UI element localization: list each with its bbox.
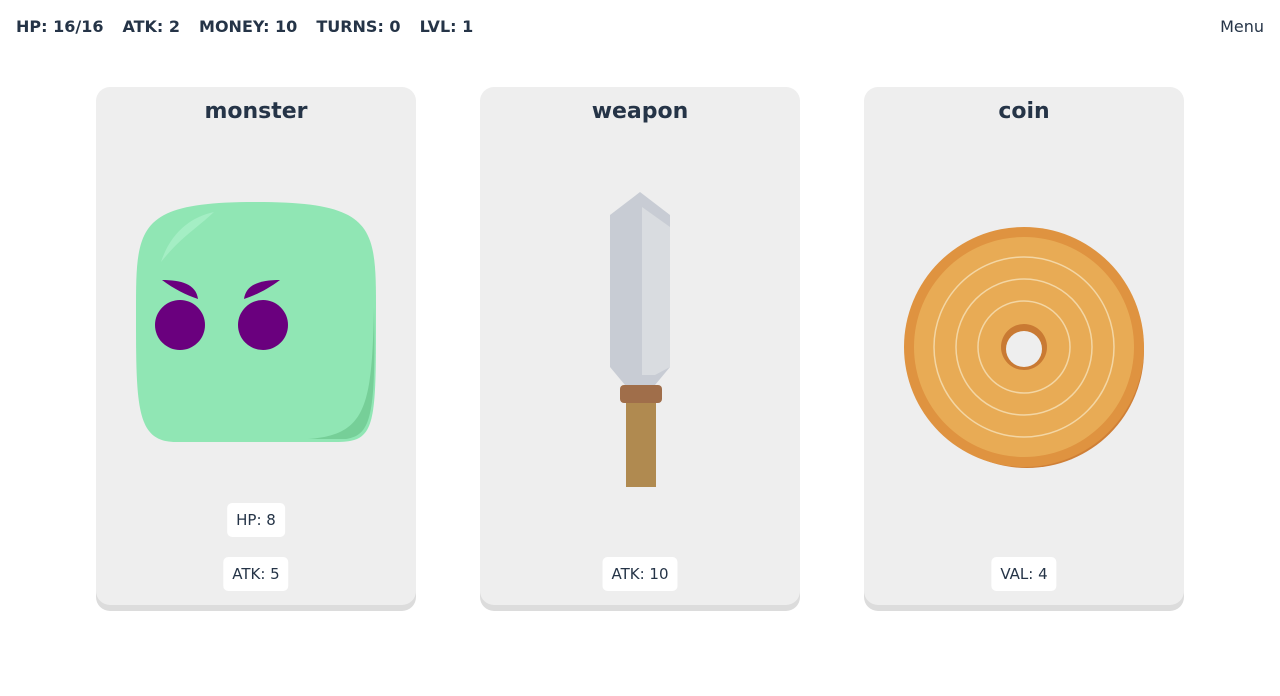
monster-hp: HP: 8 [227, 503, 285, 537]
player-stats: HP: 16/16 ATK: 2 MONEY: 10 TURNS: 0 LVL:… [16, 17, 473, 36]
slime-monster-icon [136, 202, 376, 442]
money-stat: MONEY: 10 [199, 17, 298, 36]
card-title: weapon [591, 99, 689, 124]
card-title: monster [204, 99, 308, 124]
hp-stat: HP: 16/16 [16, 17, 104, 36]
coin-card[interactable]: coin VAL: 4 [864, 87, 1184, 605]
weapon-card[interactable]: weapon ATK: 10 [480, 87, 800, 605]
turns-stat: TURNS: 0 [316, 17, 401, 36]
monster-card[interactable]: monster HP: 8 ATK: 5 [96, 87, 416, 605]
atk-stat: ATK: 2 [122, 17, 181, 36]
coin-icon [904, 227, 1144, 468]
menu-button[interactable]: Menu [1220, 17, 1264, 36]
level-stat: LVL: 1 [419, 17, 474, 36]
card-title: coin [998, 99, 1050, 124]
weapon-atk: ATK: 10 [602, 557, 678, 591]
knife-weapon-icon [610, 192, 670, 487]
coin-value: VAL: 4 [991, 557, 1057, 591]
monster-atk: ATK: 5 [223, 557, 289, 591]
